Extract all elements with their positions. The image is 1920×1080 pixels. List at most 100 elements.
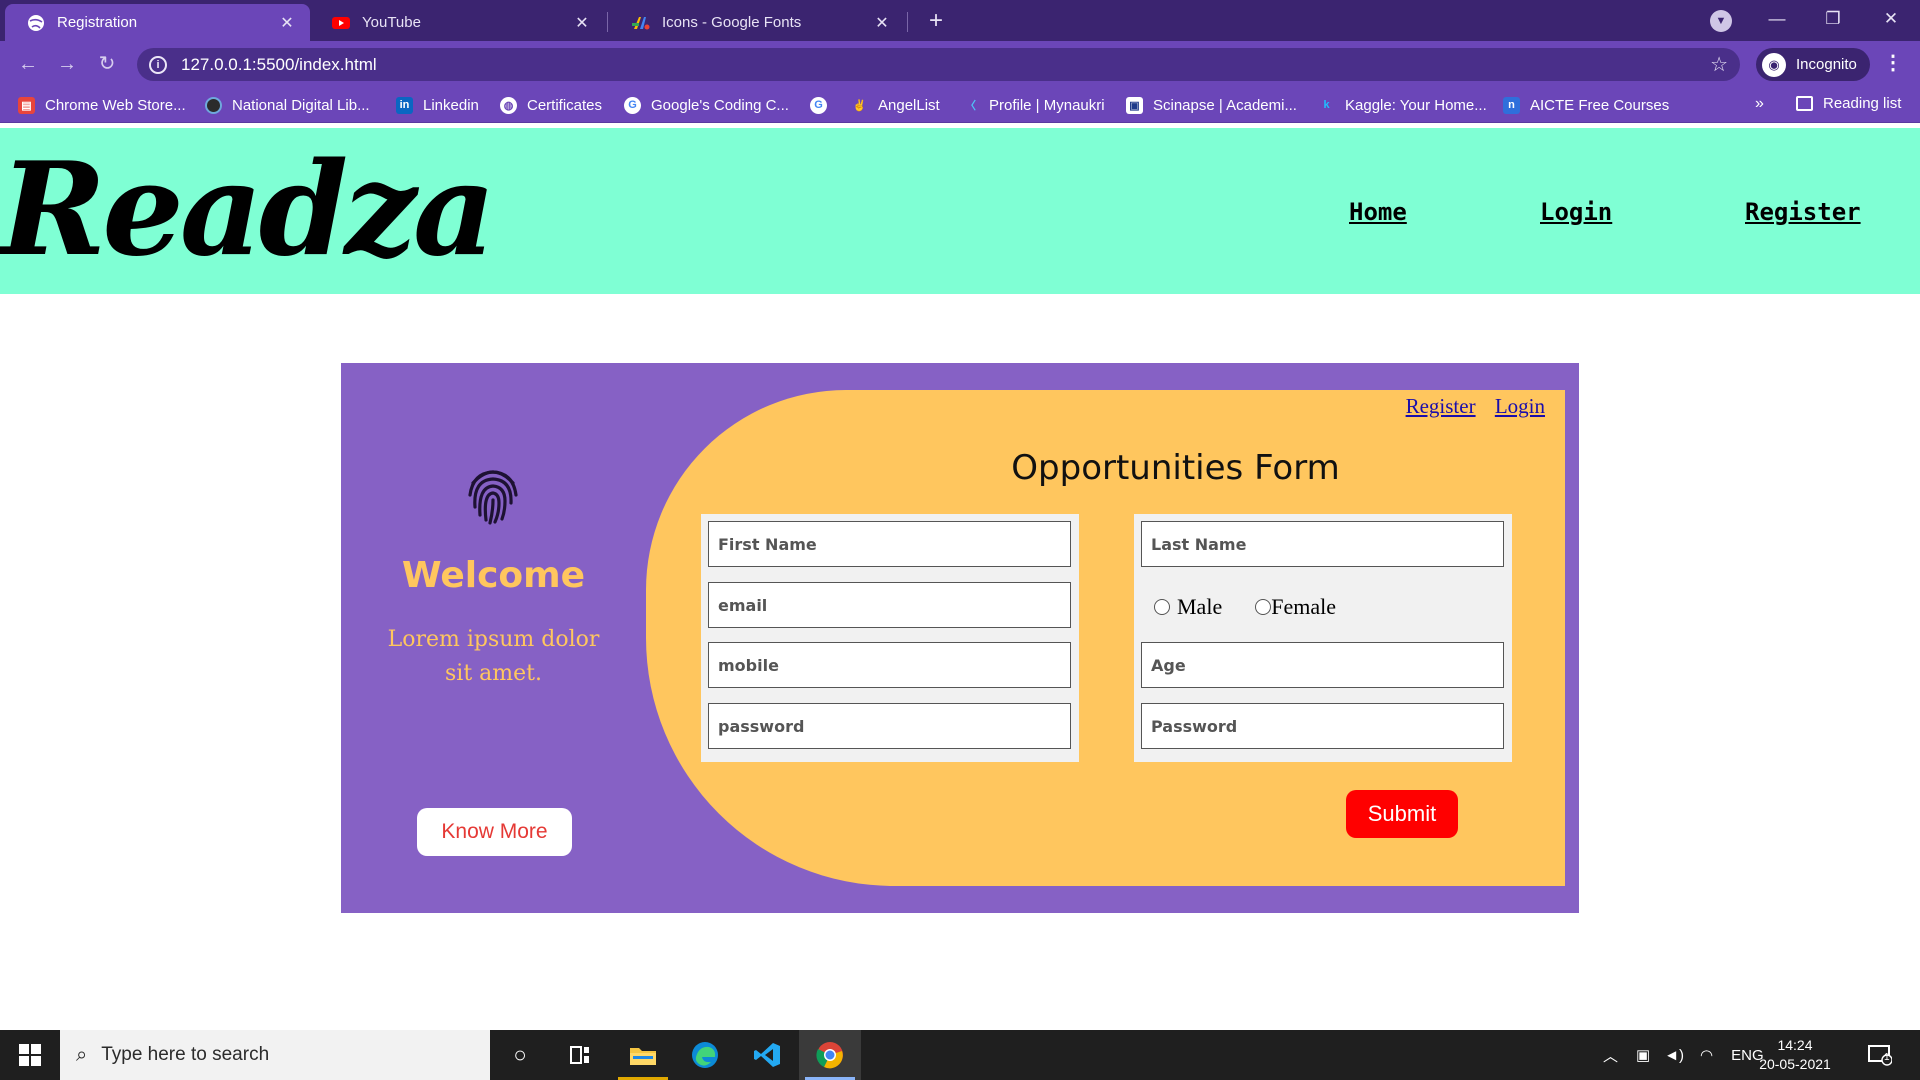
tab-strip: Registration ✕ YouTube ✕ Icons - Google … [0, 0, 1920, 41]
know-more-button[interactable]: Know More [417, 808, 572, 856]
bookmark-label: National Digital Lib... [232, 96, 370, 114]
clock-time: 14:24 [1777, 1037, 1813, 1053]
notification-center-icon[interactable]: 1 [1868, 1030, 1892, 1080]
form-links: Register Login [1392, 394, 1545, 419]
bookmark-chrome-web-store[interactable]: ▤ Chrome Web Store... [18, 95, 186, 115]
taskbar-clock[interactable]: 14:24 20-05-2021 [1755, 1036, 1835, 1074]
more-bookmarks-icon[interactable]: » [1755, 95, 1764, 113]
angellist-icon: ✌ [852, 99, 867, 112]
welcome-heading: Welcome [401, 555, 586, 596]
globe-icon: ◍ [500, 96, 517, 114]
male-radio[interactable] [1154, 599, 1170, 615]
email-field[interactable] [708, 582, 1071, 628]
tab-separator [607, 12, 608, 32]
nav-register-link[interactable]: Register [1745, 198, 1861, 226]
tab-search-icon[interactable]: ▼ [1710, 10, 1732, 32]
bookmark-label: Certificates [527, 96, 603, 114]
bookmarks-bar: ▤ Chrome Web Store... National Digital L… [0, 87, 1920, 123]
form-column-right: Male Female [1134, 514, 1512, 762]
browser-menu-icon[interactable]: ⋮ [1883, 50, 1903, 75]
tab-title: Registration [57, 14, 138, 31]
form-login-link[interactable]: Login [1495, 394, 1545, 418]
bookmark-kaggle[interactable]: k Kaggle: Your Home... [1318, 95, 1486, 115]
tab-youtube[interactable]: YouTube ✕ [310, 4, 605, 41]
last-name-field[interactable] [1141, 521, 1504, 567]
new-tab-button[interactable]: + [922, 8, 950, 36]
confirm-password-field[interactable] [1141, 703, 1504, 749]
reading-list-button[interactable]: Reading list [1796, 95, 1901, 112]
bookmark-angellist[interactable]: ✌ AngelList [851, 95, 940, 115]
mobile-field[interactable] [708, 642, 1071, 688]
youtube-icon [332, 14, 350, 32]
close-icon[interactable]: ✕ [873, 13, 891, 33]
reload-icon[interactable]: ↻ [93, 50, 121, 78]
bookmark-label: AngelList [878, 96, 940, 114]
linkedin-icon: in [396, 96, 413, 114]
bookmark-certificates[interactable]: ◍ Certificates [500, 95, 602, 115]
bookmark-label: Linkedin [423, 96, 479, 114]
windows-start-icon[interactable] [0, 1030, 60, 1080]
url-text[interactable]: 127.0.0.1:5500/index.html [181, 55, 377, 75]
bookmark-star-icon[interactable]: ☆ [1710, 52, 1728, 77]
address-bar[interactable]: i 127.0.0.1:5500/index.html ☆ [137, 48, 1740, 81]
browser-toolbar: ← → ↻ i 127.0.0.1:5500/index.html ☆ ◉ In… [0, 41, 1920, 87]
gender-radio-group: Male Female [1154, 594, 1336, 620]
form-column-left [701, 514, 1079, 762]
minimize-icon[interactable]: — [1754, 4, 1800, 34]
meet-now-icon[interactable]: ▣ [1636, 1046, 1650, 1064]
edge-icon[interactable] [674, 1030, 736, 1080]
cortana-icon[interactable]: ○ [489, 1030, 551, 1080]
taskbar-search[interactable]: ⌕ Type here to search [60, 1030, 490, 1080]
tab-title: YouTube [362, 14, 421, 31]
task-view-icon[interactable] [549, 1030, 611, 1080]
windows-taskbar: ⌕ Type here to search ○ ︿ ▣ ◄) ◠ ENG 14:… [0, 1030, 1920, 1080]
reading-list-label: Reading list [1823, 95, 1902, 112]
bookmark-label: Google's Coding C... [651, 96, 789, 114]
wifi-icon[interactable]: ◠ [1700, 1046, 1713, 1064]
clock-date: 20-05-2021 [1759, 1056, 1831, 1072]
age-field[interactable] [1141, 642, 1504, 688]
bookmark-google[interactable]: G [810, 95, 837, 115]
nav-home-link[interactable]: Home [1349, 198, 1407, 226]
restore-icon[interactable]: ❐ [1810, 4, 1856, 34]
bookmark-scinapse[interactable]: ▣ Scinapse | Academi... [1126, 95, 1297, 115]
welcome-panel: Welcome Lorem ipsum dolor sit amet. Know… [341, 363, 646, 913]
volume-icon[interactable]: ◄) [1664, 1047, 1684, 1064]
bookmark-label: Chrome Web Store... [45, 96, 186, 114]
bookmark-label: Scinapse | Academi... [1153, 96, 1297, 114]
chrome-icon[interactable] [799, 1030, 861, 1080]
site-info-icon[interactable]: i [149, 55, 167, 74]
forward-icon[interactable]: → [53, 50, 81, 78]
bookmark-aicte[interactable]: n AICTE Free Courses [1503, 95, 1669, 115]
submit-button[interactable]: Submit [1346, 790, 1458, 838]
back-icon[interactable]: ← [14, 50, 42, 78]
vscode-icon[interactable] [736, 1030, 798, 1080]
mynaukri-icon: 〈 [965, 100, 976, 112]
nav-login-link[interactable]: Login [1540, 198, 1612, 226]
bookmark-label: AICTE Free Courses [1530, 96, 1670, 114]
taskbar-search-placeholder: Type here to search [101, 1044, 270, 1065]
welcome-text: Lorem ipsum dolor sit amet. [387, 627, 600, 686]
bookmark-linkedin[interactable]: in Linkedin [396, 95, 479, 115]
bookmark-ndl[interactable]: National Digital Lib... [205, 95, 370, 115]
form-register-link[interactable]: Register [1406, 394, 1476, 418]
bookmark-google-coding[interactable]: G Google's Coding C... [624, 95, 789, 115]
file-explorer-icon[interactable] [612, 1030, 674, 1080]
tab-separator [907, 12, 908, 32]
incognito-badge[interactable]: ◉ Incognito [1756, 48, 1870, 81]
password-field[interactable] [708, 703, 1071, 749]
male-label: Male [1177, 594, 1223, 619]
female-radio[interactable] [1255, 599, 1272, 615]
google-fonts-icon [632, 14, 650, 32]
chevron-up-icon[interactable]: ︿ [1603, 1045, 1618, 1066]
aicte-icon: n [1503, 96, 1520, 114]
kaggle-icon: k [1323, 99, 1330, 111]
bookmark-mynaukri[interactable]: 〈 Profile | Mynaukri [962, 95, 1105, 115]
tab-google-fonts[interactable]: Icons - Google Fonts ✕ [610, 4, 905, 41]
first-name-field[interactable] [708, 521, 1071, 567]
window-close-icon[interactable]: ✕ [1868, 4, 1914, 34]
tab-registration[interactable]: Registration ✕ [5, 4, 310, 41]
close-icon[interactable]: ✕ [573, 13, 591, 33]
incognito-label: Incognito [1796, 56, 1857, 73]
close-icon[interactable]: ✕ [278, 13, 296, 33]
